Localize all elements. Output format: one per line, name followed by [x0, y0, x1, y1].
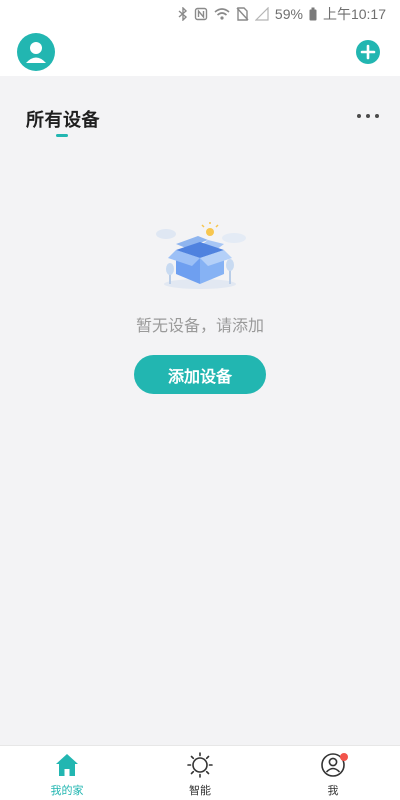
nav-label-smart: 智能 — [189, 784, 211, 797]
status-icons: 59% 上午10:17 — [178, 4, 386, 24]
add-icon[interactable] — [356, 40, 380, 64]
tab-all-devices[interactable]: 所有设备 — [26, 106, 100, 132]
nav-label-home: 我的家 — [50, 784, 84, 797]
signal-icon — [254, 7, 269, 21]
app-header — [0, 28, 400, 76]
more-icon[interactable] — [356, 106, 382, 126]
add-device-button[interactable]: 添加设备 — [134, 355, 266, 394]
bluetooth-icon — [178, 7, 188, 21]
battery-level: 59% — [274, 6, 303, 22]
nav-label-me: 我 — [327, 784, 339, 797]
status-bar: 59% 上午10:17 — [0, 0, 400, 28]
nav-item-me[interactable]: 我 — [298, 746, 368, 800]
tab-indicator — [56, 134, 68, 137]
no-sim-icon — [236, 7, 249, 21]
sun-icon — [187, 752, 213, 778]
avatar-icon[interactable] — [17, 33, 55, 71]
wifi-icon — [214, 7, 230, 21]
notification-badge — [340, 753, 348, 761]
battery-icon — [309, 7, 317, 21]
nfc-icon — [194, 7, 208, 21]
empty-message: 暂无设备，请添加 — [135, 316, 264, 335]
clock: 上午10:17 — [322, 6, 386, 22]
empty-box-icon — [150, 222, 250, 292]
bottom-nav: 我的家 智能 我 — [0, 745, 400, 800]
nav-item-home[interactable]: 我的家 — [32, 746, 102, 800]
home-icon — [54, 752, 80, 778]
nav-item-smart[interactable]: 智能 — [165, 746, 235, 800]
